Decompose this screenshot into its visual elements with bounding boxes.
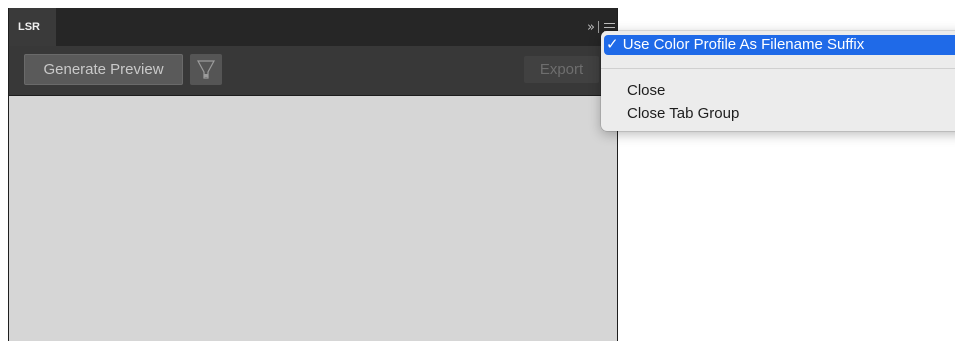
panel-toolbar: Generate Preview Export [9,46,617,96]
export-button[interactable]: Export [524,56,599,83]
menu-item-close[interactable]: Close [627,81,665,101]
generate-preview-label: Generate Preview [43,61,164,78]
preview-area [9,96,617,341]
tab-controls-divider [598,21,599,33]
filter-funnel-icon [197,59,215,79]
tab-label: LSR [18,21,40,33]
lsr-panel: LSR » Generate Preview Export [8,8,618,341]
menu-separator [601,68,955,69]
menu-item-use-color-profile-suffix[interactable]: ✓ Use Color Profile As Filename Suffix [604,35,955,55]
filter-button[interactable] [190,54,222,85]
checkmark-icon: ✓ [606,36,619,53]
menu-item-label: Close [627,82,666,99]
menu-item-label: Close Tab Group [627,105,740,122]
export-label: Export [539,61,584,78]
panel-tab-bar: LSR » [9,8,617,46]
collapse-panels-icon[interactable]: » [587,20,595,35]
menu-item-label: Use Color Profile As Filename Suffix [622,36,865,53]
panel-flyout-menu: ✓ Use Color Profile As Filename Suffix C… [601,31,955,131]
tab-lsr[interactable]: LSR [9,8,56,46]
generate-preview-button[interactable]: Generate Preview [24,54,183,85]
menu-item-close-tab-group[interactable]: Close Tab Group [627,104,739,124]
